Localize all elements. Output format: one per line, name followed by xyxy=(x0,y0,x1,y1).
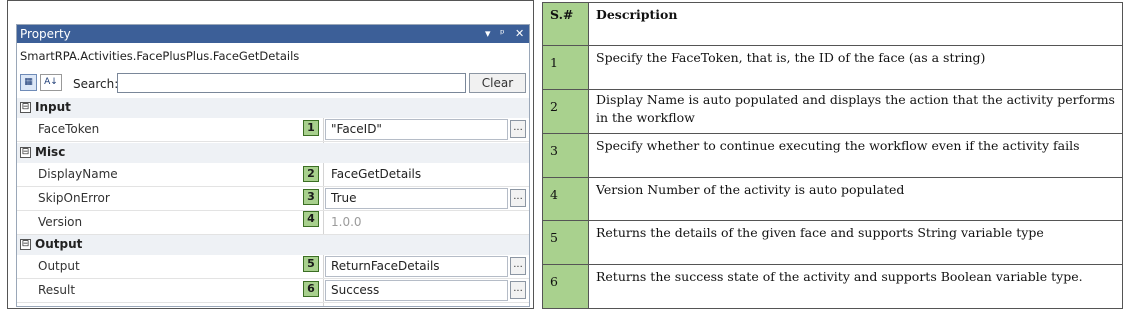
close-icon[interactable]: ✕ xyxy=(515,25,524,43)
collapse-icon[interactable]: ⊟ xyxy=(20,147,31,158)
callout-badge: 1 xyxy=(303,120,319,136)
category-misc[interactable]: ⊟ Misc xyxy=(17,143,529,163)
property-panel: Property ▾ ᵖ ✕ SmartRPA.Activities.FaceP… xyxy=(16,24,530,307)
category-output[interactable]: ⊟ Output xyxy=(17,235,529,255)
description-table: S.# Description 1 Specify the FaceToken,… xyxy=(542,2,1123,309)
table-header-row: S.# Description xyxy=(542,2,1123,46)
row-number: 4 xyxy=(542,177,589,221)
property-name: SkipOnError xyxy=(38,191,110,205)
row-number: 1 xyxy=(542,45,589,90)
table-row: 6 Returns the success state of the activ… xyxy=(542,264,1123,309)
activity-name: SmartRPA.Activities.FacePlusPlus.FaceGet… xyxy=(20,49,300,63)
property-row-facetoken[interactable]: FaceToken 1 "FaceID" ... xyxy=(17,118,529,142)
table-row: 5 Returns the details of the given face … xyxy=(542,220,1123,265)
table-row: 1 Specify the FaceToken, that is, the ID… xyxy=(542,45,1123,90)
property-name: FaceToken xyxy=(38,122,100,136)
table-row: 3 Specify whether to continue executing … xyxy=(542,133,1123,178)
panel-title: Property xyxy=(20,27,71,41)
row-description: Specify whether to continue executing th… xyxy=(588,133,1123,178)
dropdown-icon[interactable]: ▾ xyxy=(485,25,491,43)
property-value[interactable]: FaceGetDetails xyxy=(331,167,421,181)
property-row-output[interactable]: Output 5 ReturnFaceDetails ... xyxy=(17,255,529,279)
sort-alphabetical-icon[interactable]: A↓ xyxy=(40,74,62,91)
search-label: Search: xyxy=(73,77,119,91)
property-value[interactable]: True xyxy=(331,191,357,205)
clear-button[interactable]: Clear xyxy=(469,73,526,93)
category-label: Output xyxy=(35,237,83,251)
row-description: Display Name is auto populated and displ… xyxy=(588,89,1123,134)
callout-badge: 5 xyxy=(303,256,319,272)
property-value: 1.0.0 xyxy=(331,215,362,229)
property-row-result[interactable]: Result 6 Success ... xyxy=(17,279,529,303)
callout-badge: 3 xyxy=(303,189,319,205)
property-name: Result xyxy=(38,283,76,297)
table-row: 2 Display Name is auto populated and dis… xyxy=(542,89,1123,134)
property-grid: ⊟ Input FaceToken 1 "FaceID" ... ⊟ Misc … xyxy=(17,98,529,306)
collapse-icon[interactable]: ⊟ xyxy=(20,102,31,113)
property-value[interactable]: ReturnFaceDetails xyxy=(331,259,440,273)
property-name: Version xyxy=(38,215,83,229)
property-value[interactable]: "FaceID" xyxy=(331,122,382,136)
category-label: Input xyxy=(35,100,71,114)
table-row: 4 Version Number of the activity is auto… xyxy=(542,177,1123,221)
row-number: 3 xyxy=(542,133,589,178)
property-value[interactable]: Success xyxy=(331,283,379,297)
property-name: Output xyxy=(38,259,80,273)
row-number: 6 xyxy=(542,264,589,309)
property-row-version: Version 4 1.0.0 xyxy=(17,211,529,235)
header-description: Description xyxy=(588,2,1123,46)
property-row-displayname[interactable]: DisplayName 2 FaceGetDetails xyxy=(17,163,529,187)
collapse-icon[interactable]: ⊟ xyxy=(20,239,31,250)
row-description: Specify the FaceToken, that is, the ID o… xyxy=(588,45,1123,90)
header-sno: S.# xyxy=(542,2,589,46)
property-row-skiponerror[interactable]: SkipOnError 3 True ... xyxy=(17,187,529,211)
property-toolbar: ▦ A↓ Search: Clear xyxy=(17,71,529,97)
category-input[interactable]: ⊟ Input xyxy=(17,98,529,118)
row-number: 2 xyxy=(542,89,589,134)
callout-badge: 6 xyxy=(303,281,319,297)
row-number: 5 xyxy=(542,220,589,265)
search-input[interactable] xyxy=(117,73,466,93)
pin-icon[interactable]: ᵖ xyxy=(500,25,505,43)
row-description: Returns the details of the given face an… xyxy=(588,220,1123,265)
property-name: DisplayName xyxy=(38,167,118,181)
categorized-view-icon[interactable]: ▦ xyxy=(20,74,37,91)
callout-badge: 2 xyxy=(303,166,319,182)
category-label: Misc xyxy=(35,145,66,159)
row-description: Version Number of the activity is auto p… xyxy=(588,177,1123,221)
ellipsis-button[interactable]: ... xyxy=(510,189,526,207)
row-description: Returns the success state of the activit… xyxy=(588,264,1123,309)
ellipsis-button[interactable]: ... xyxy=(510,281,526,299)
ellipsis-button[interactable]: ... xyxy=(510,257,526,275)
callout-badge: 4 xyxy=(303,211,319,227)
ellipsis-button[interactable]: ... xyxy=(510,120,526,138)
panel-title-bar: Property ▾ ᵖ ✕ xyxy=(17,25,529,43)
